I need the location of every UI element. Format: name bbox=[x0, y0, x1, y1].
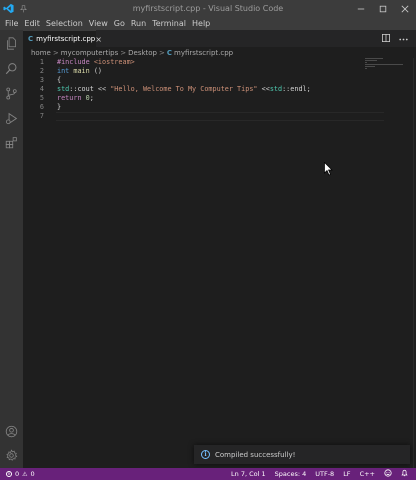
cursor-position[interactable]: Ln 7, Col 1 bbox=[231, 470, 266, 478]
tab-bar: C myfirstscript.cpp × bbox=[23, 30, 416, 47]
code-line[interactable]: 2 int main () bbox=[23, 67, 363, 76]
breadcrumb-separator: > bbox=[52, 48, 59, 57]
code-token: ::cout << bbox=[69, 85, 111, 93]
menu-view[interactable]: View bbox=[86, 17, 111, 30]
files-icon[interactable] bbox=[0, 32, 23, 54]
breadcrumb-mycomputertips[interactable]: mycomputertips bbox=[61, 49, 119, 57]
menu-bar: File Edit Selection View Go Run Terminal… bbox=[0, 17, 416, 30]
warning-count: 0 bbox=[30, 470, 35, 478]
vscode-logo-icon bbox=[0, 0, 17, 17]
notification-message: Compiled successfully! bbox=[215, 450, 296, 459]
close-tab-icon[interactable]: × bbox=[95, 35, 102, 44]
mouse-pointer-icon bbox=[324, 161, 333, 176]
encoding[interactable]: UTF-8 bbox=[315, 470, 334, 478]
extensions-icon[interactable] bbox=[0, 131, 23, 153]
menu-selection[interactable]: Selection bbox=[43, 17, 86, 30]
menu-run[interactable]: Run bbox=[128, 17, 149, 30]
bell-icon[interactable] bbox=[401, 469, 408, 479]
breadcrumb-separator: > bbox=[120, 48, 127, 57]
tab-label: myfirstscript.cpp bbox=[36, 35, 96, 43]
more-actions-icon[interactable] bbox=[399, 34, 408, 43]
menu-file[interactable]: File bbox=[2, 17, 21, 30]
breadcrumb-desktop[interactable]: Desktop bbox=[128, 49, 157, 57]
code-text: return 0; bbox=[57, 94, 94, 103]
minimap[interactable] bbox=[365, 58, 415, 88]
accounts-icon[interactable] bbox=[0, 420, 23, 442]
code-line[interactable]: 6} bbox=[23, 103, 363, 112]
close-button[interactable] bbox=[394, 0, 416, 17]
notification-toast[interactable]: i Compiled successfully! bbox=[194, 445, 410, 464]
code-text: std::cout << "Hello, Welcome To My Compu… bbox=[57, 85, 311, 94]
end-of-line[interactable]: LF bbox=[343, 470, 350, 478]
code-token: std bbox=[57, 85, 70, 93]
pin-icon[interactable] bbox=[17, 0, 29, 17]
minimize-button[interactable] bbox=[350, 0, 372, 17]
code-token: ; bbox=[89, 94, 94, 102]
code-text: #include <iostream> bbox=[57, 58, 135, 67]
error-icon: × bbox=[6, 471, 12, 477]
title-bar: myfirstscript.cpp - Visual Studio Code bbox=[0, 0, 416, 17]
source-control-icon[interactable] bbox=[0, 82, 23, 104]
error-count: 0 bbox=[15, 470, 20, 478]
line-number: 2 bbox=[39, 67, 44, 75]
maximize-button[interactable] bbox=[372, 0, 394, 17]
info-icon: i bbox=[201, 450, 210, 459]
indentation[interactable]: Spaces: 4 bbox=[275, 470, 307, 478]
code-editor[interactable]: 1 #include <iostream> 2 int main () 3{4 std::… bbox=[23, 58, 416, 468]
code-token: return bbox=[57, 94, 86, 102]
code-line[interactable]: 7 bbox=[23, 112, 363, 121]
line-number: 6 bbox=[39, 103, 44, 111]
code-token: "Hello, Welcome To My Computer Tips" bbox=[110, 85, 258, 93]
breadcrumb-file[interactable]: myfirstscript.cpp bbox=[174, 49, 233, 57]
settings-gear-icon[interactable] bbox=[0, 444, 23, 466]
code-line[interactable]: 5 return 0; bbox=[23, 94, 363, 103]
code-token: << bbox=[257, 85, 270, 93]
breadcrumb-separator: > bbox=[159, 48, 165, 57]
breadcrumb-home[interactable]: home bbox=[31, 49, 51, 57]
problems-indicator[interactable]: × 0 ⚠ 0 bbox=[0, 470, 35, 478]
breadcrumb: home > mycomputertips > Desktop > C myfi… bbox=[23, 47, 416, 58]
code-token: { bbox=[57, 76, 62, 84]
line-number: 4 bbox=[39, 85, 44, 93]
menu-edit[interactable]: Edit bbox=[21, 17, 43, 30]
menu-go[interactable]: Go bbox=[111, 17, 128, 30]
menu-terminal[interactable]: Terminal bbox=[149, 17, 189, 30]
feedback-icon[interactable] bbox=[384, 469, 392, 479]
code-token: int bbox=[57, 67, 74, 75]
tab-myfirstscript[interactable]: C myfirstscript.cpp × bbox=[23, 30, 102, 47]
status-bar: × 0 ⚠ 0 Ln 7, Col 1 Spaces: 4 UTF-8 LF C… bbox=[0, 468, 416, 480]
code-text: } bbox=[57, 103, 61, 112]
line-number: 1 bbox=[39, 58, 44, 66]
code-token: std bbox=[269, 85, 283, 93]
cpp-file-icon: C bbox=[28, 35, 34, 43]
code-token: () bbox=[89, 67, 103, 75]
activity-bar bbox=[0, 30, 23, 468]
cpp-file-icon: C bbox=[166, 48, 173, 57]
split-editor-icon[interactable] bbox=[382, 33, 390, 44]
menu-help[interactable]: Help bbox=[189, 17, 213, 30]
code-text: { bbox=[57, 76, 61, 85]
code-token: #include bbox=[57, 58, 94, 66]
code-line[interactable]: 4 std::cout << "Hello, Welcome To My Comp… bbox=[23, 85, 363, 94]
code-token: main bbox=[73, 67, 90, 75]
search-icon[interactable] bbox=[0, 57, 23, 79]
line-number: 7 bbox=[39, 112, 44, 120]
language-mode[interactable]: C++ bbox=[360, 470, 375, 478]
line-number: 3 bbox=[39, 76, 44, 84]
code-text: int main () bbox=[57, 67, 102, 76]
code-token: ::endl; bbox=[282, 85, 311, 93]
code-line[interactable]: 1 #include <iostream> bbox=[23, 58, 363, 67]
warning-icon: ⚠ bbox=[22, 470, 28, 478]
line-number: 5 bbox=[39, 94, 44, 102]
code-line[interactable]: 3{ bbox=[23, 76, 363, 85]
code-token: <iostream> bbox=[93, 58, 135, 66]
code-token: } bbox=[57, 103, 62, 111]
run-debug-icon[interactable] bbox=[0, 107, 23, 129]
